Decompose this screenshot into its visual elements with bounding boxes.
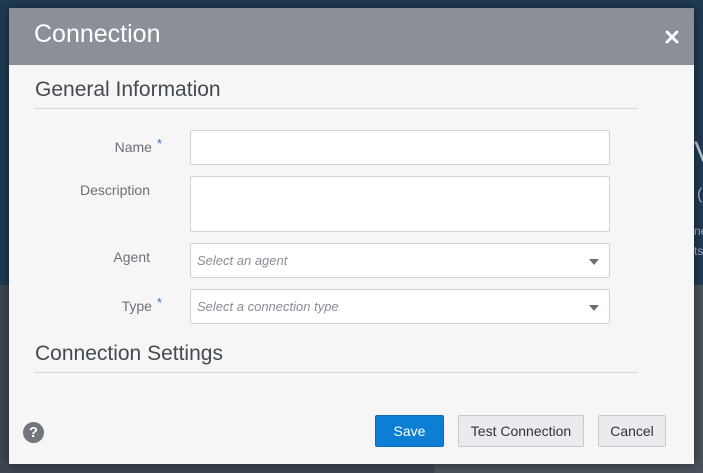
type-select[interactable]: Select a connection type [190,289,610,324]
connection-dialog: Connection General Information Name * Des… [9,8,694,464]
close-icon[interactable] [664,29,680,45]
help-icon[interactable]: ? [23,422,44,443]
agent-select[interactable]: Select an agent [190,243,610,278]
agent-select-placeholder: Select an agent [197,253,288,268]
agent-label: Agent [113,249,150,265]
description-label: Description [79,182,150,198]
background-text-fragment: ne [694,224,703,238]
background-text-fragment: ts [694,244,703,258]
chevron-down-icon [589,305,599,311]
dialog-title: Connection [34,20,161,48]
section-divider [35,372,637,373]
background-text-fragment: V [694,136,703,170]
required-marker: * [156,136,162,151]
background-text-fragment: ( [697,186,703,203]
name-label: Name * [114,136,162,155]
description-textarea[interactable] [190,176,610,232]
save-button[interactable]: Save [375,415,444,447]
test-connection-button[interactable]: Test Connection [458,415,584,447]
type-select-placeholder: Select a connection type [197,299,339,314]
required-marker: * [156,295,162,310]
section-divider [35,108,637,109]
type-label: Type * [121,295,162,314]
name-input[interactable] [190,130,610,165]
dialog-header: Connection [9,8,694,65]
section-title-connection-settings: Connection Settings [35,342,223,365]
section-title-general-information: General Information [35,78,221,101]
chevron-down-icon [589,259,599,265]
cancel-button[interactable]: Cancel [598,415,666,447]
